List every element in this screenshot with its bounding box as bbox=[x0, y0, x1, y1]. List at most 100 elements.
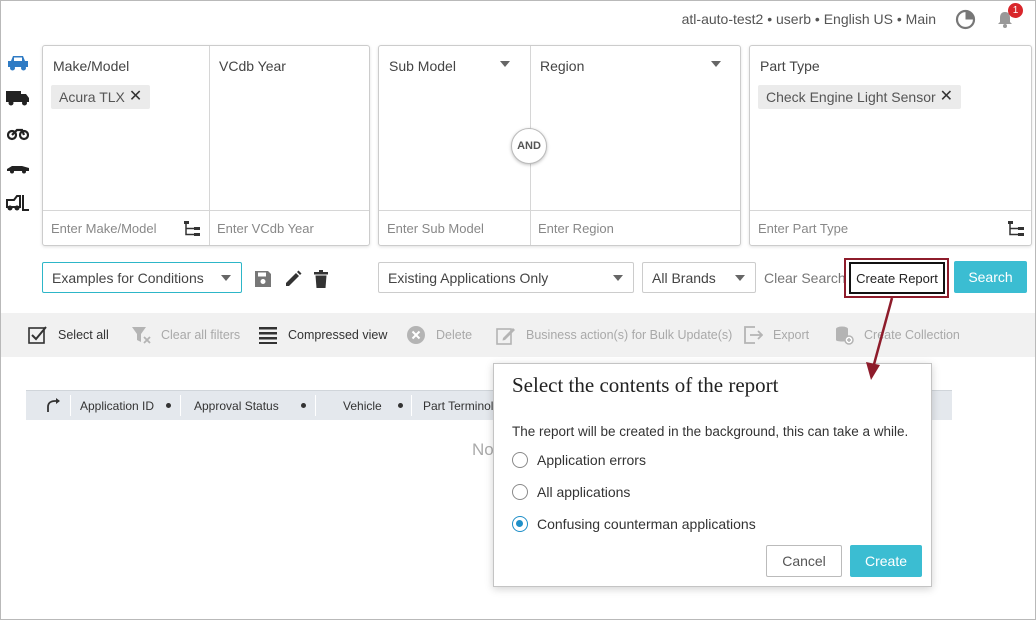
option-label: Application errors bbox=[537, 452, 646, 468]
tree-view-icon[interactable] bbox=[1007, 220, 1025, 238]
conditions-select[interactable]: Examples for Conditions bbox=[42, 262, 242, 293]
chevron-down-icon bbox=[735, 275, 745, 281]
export-icon bbox=[742, 324, 764, 346]
column-separator bbox=[180, 395, 181, 416]
column-separator bbox=[411, 395, 412, 416]
forklift-icon[interactable] bbox=[6, 192, 30, 213]
remove-chip-icon[interactable]: ✕ bbox=[940, 89, 953, 105]
part-type-label: Part Type bbox=[760, 58, 820, 74]
part-type-chip[interactable]: Check Engine Light Sensor ✕ bbox=[758, 85, 962, 109]
applications-select[interactable]: Existing Applications Only bbox=[378, 262, 634, 293]
make-model-column: Make/Model Acura TLX ✕ bbox=[43, 46, 209, 245]
delete-label: Delete bbox=[436, 328, 473, 342]
chevron-down-icon bbox=[221, 275, 231, 281]
region-dropdown-icon[interactable] bbox=[711, 61, 721, 67]
option-label: Confusing counterman applications bbox=[537, 516, 756, 532]
radio-button[interactable] bbox=[512, 452, 528, 468]
sub-model-input[interactable] bbox=[387, 211, 522, 245]
make-model-input[interactable] bbox=[51, 211, 201, 245]
edit-pencil-icon[interactable] bbox=[282, 268, 304, 290]
no-results-text: No bbox=[472, 440, 494, 459]
motorcycle-icon[interactable] bbox=[6, 122, 30, 143]
sub-model-dropdown-icon[interactable] bbox=[500, 61, 510, 67]
select-all-button[interactable]: Select all bbox=[27, 313, 109, 357]
compressed-view-button[interactable]: Compressed view bbox=[257, 313, 387, 357]
delete-button[interactable]: Delete bbox=[405, 313, 472, 357]
column-separator bbox=[70, 395, 71, 416]
delete-circle-icon bbox=[405, 324, 427, 346]
make-model-chip-label: Acura TLX bbox=[59, 89, 125, 105]
search-button[interactable]: Search bbox=[954, 261, 1027, 293]
column-menu-dot[interactable] bbox=[398, 403, 403, 408]
option-all-applications[interactable]: All applications bbox=[512, 484, 630, 500]
radio-button-selected[interactable] bbox=[512, 516, 528, 532]
chevron-down-icon bbox=[613, 275, 623, 281]
create-report-button[interactable]: Create Report bbox=[849, 262, 945, 294]
user-info[interactable]: atl-auto-test2 • userb • English US • Ma… bbox=[682, 11, 936, 27]
sub-model-label: Sub Model bbox=[389, 58, 456, 74]
region-input[interactable] bbox=[538, 211, 734, 245]
option-application-errors[interactable]: Application errors bbox=[512, 452, 646, 468]
brands-select[interactable]: All Brands bbox=[642, 262, 756, 293]
input-divider bbox=[43, 210, 369, 211]
clear-filters-label: Clear all filters bbox=[161, 328, 241, 342]
make-model-chip[interactable]: Acura TLX ✕ bbox=[51, 85, 151, 109]
create-button[interactable]: Create bbox=[850, 545, 922, 577]
clear-filters-button[interactable]: Clear all filters bbox=[130, 313, 240, 357]
input-divider bbox=[379, 210, 740, 211]
column-header-approval-status[interactable]: Approval Status bbox=[194, 391, 279, 420]
vehicle-type-bar bbox=[6, 52, 32, 213]
attribute-filter-panel: Sub Model Region bbox=[378, 45, 741, 246]
edit-document-icon bbox=[495, 324, 517, 346]
part-type-input[interactable] bbox=[758, 211, 1025, 245]
filter-clear-icon bbox=[130, 324, 152, 346]
region-column: Region bbox=[530, 46, 742, 245]
conditions-select-value: Examples for Conditions bbox=[52, 269, 204, 286]
column-menu-dot[interactable] bbox=[166, 403, 171, 408]
business-action-button[interactable]: Business action(s) for Bulk Update(s) bbox=[495, 313, 732, 357]
dialog-description: The report will be created in the backgr… bbox=[512, 424, 909, 439]
truck-icon[interactable] bbox=[6, 87, 30, 108]
tree-view-icon[interactable] bbox=[183, 220, 201, 238]
save-icon[interactable] bbox=[252, 268, 274, 290]
column-menu-dot[interactable] bbox=[301, 403, 306, 408]
cancel-button[interactable]: Cancel bbox=[766, 545, 842, 577]
and-operator-toggle[interactable]: AND bbox=[511, 128, 547, 164]
vcdb-year-column: VCdb Year bbox=[209, 46, 371, 245]
option-label: All applications bbox=[537, 484, 631, 500]
car-icon[interactable] bbox=[6, 52, 30, 73]
column-header-application-id[interactable]: Application ID bbox=[80, 391, 154, 420]
column-header-part-terminology[interactable]: Part Terminol bbox=[423, 391, 493, 420]
select-all-label: Select all bbox=[58, 328, 109, 342]
annotation-arrow-icon bbox=[866, 297, 894, 380]
vehicle-filter-panel: Make/Model Acura TLX ✕ VCdb Year bbox=[42, 45, 370, 246]
reorder-columns-icon[interactable] bbox=[46, 391, 62, 420]
input-divider bbox=[750, 210, 1031, 211]
top-bar: atl-auto-test2 • userb • English US • Ma… bbox=[682, 3, 1023, 30]
report-contents-dialog: Select the contents of the report The re… bbox=[493, 363, 932, 587]
part-type-filter-panel: Part Type Check Engine Light Sensor ✕ bbox=[749, 45, 1032, 246]
export-button[interactable]: Export bbox=[742, 313, 809, 357]
compressed-view-label: Compressed view bbox=[288, 328, 388, 342]
region-label: Region bbox=[540, 58, 585, 74]
radio-button[interactable] bbox=[512, 484, 528, 500]
column-header-vehicle[interactable]: Vehicle bbox=[343, 391, 382, 420]
list-icon bbox=[257, 324, 279, 346]
remove-chip-icon[interactable]: ✕ bbox=[129, 89, 142, 105]
vcdb-year-input[interactable] bbox=[217, 211, 363, 245]
trash-icon[interactable] bbox=[310, 268, 332, 290]
database-add-icon bbox=[833, 324, 855, 346]
option-confusing-counterman-applications[interactable]: Confusing counterman applications bbox=[512, 516, 756, 532]
refresh-icon[interactable] bbox=[954, 8, 976, 30]
make-model-label: Make/Model bbox=[53, 58, 130, 74]
notification-bell-icon[interactable]: 1 bbox=[994, 3, 1023, 30]
part-type-column: Part Type Check Engine Light Sensor ✕ bbox=[750, 46, 1033, 245]
vcdb-year-label: VCdb Year bbox=[219, 58, 286, 74]
race-car-icon[interactable] bbox=[6, 157, 30, 178]
business-action-label: Business action(s) for Bulk Update(s) bbox=[526, 328, 733, 342]
export-label: Export bbox=[773, 328, 810, 342]
column-separator bbox=[315, 395, 316, 416]
part-type-chip-label: Check Engine Light Sensor bbox=[766, 89, 936, 105]
notification-badge: 1 bbox=[1008, 3, 1023, 18]
clear-search-link[interactable]: Clear Search bbox=[764, 270, 846, 286]
